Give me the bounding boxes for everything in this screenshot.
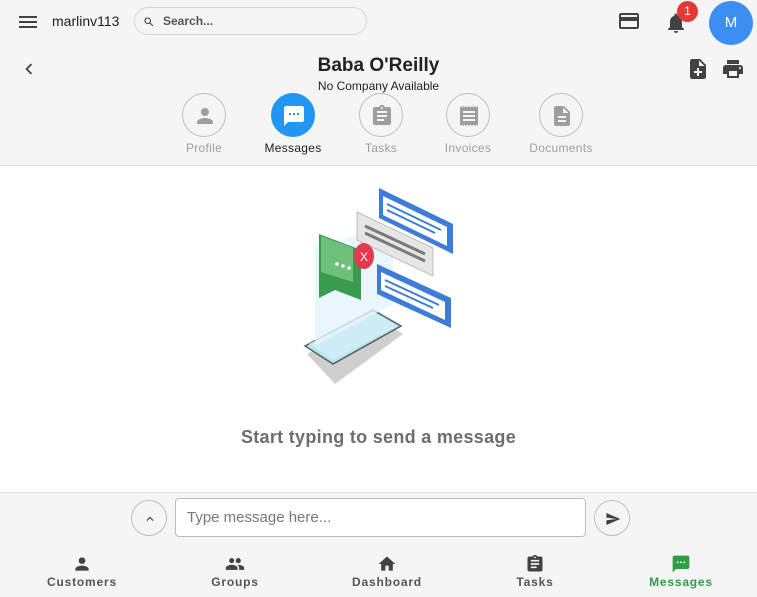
billing-button[interactable] [617, 9, 641, 33]
contact-name: Baba O'Reilly [317, 55, 440, 76]
send-icon [606, 513, 621, 525]
expand-composer-button[interactable] [131, 500, 167, 536]
top-bar: marlinv113 1 M [0, 0, 757, 45]
nav-tasks[interactable]: Tasks [475, 545, 595, 597]
tab-messages[interactable]: Messages [248, 93, 338, 157]
tab-label: Invoices [444, 141, 492, 155]
messages-panel: X Start typing to send a message [0, 165, 757, 493]
nav-label: Messages [649, 575, 713, 589]
nav-label: Customers [47, 575, 117, 589]
hamburger-icon [19, 16, 37, 28]
bottom-navigation: Customers Groups Dashboard Tasks Message… [0, 545, 757, 597]
tab-label: Documents [529, 141, 593, 155]
tab-documents[interactable]: Documents [512, 93, 610, 157]
tab-icon-circle [539, 93, 583, 137]
search-input[interactable] [163, 12, 358, 30]
tab-icon-circle [359, 93, 403, 137]
user-avatar[interactable]: M [709, 1, 753, 45]
credit-card-icon [619, 13, 639, 29]
app-root: marlinv113 1 M Baba O'Reilly No Company … [0, 0, 757, 597]
search-icon [144, 17, 154, 27]
nav-dashboard[interactable]: Dashboard [327, 545, 447, 597]
nav-customers[interactable]: Customers [22, 545, 142, 597]
menu-button[interactable] [16, 10, 40, 34]
message-input[interactable] [176, 499, 585, 536]
search-box[interactable] [134, 7, 367, 35]
tab-invoices[interactable]: Invoices [423, 93, 513, 157]
nav-label: Dashboard [352, 575, 422, 589]
home-icon [378, 556, 396, 571]
chat-icon [284, 106, 304, 126]
receipt-icon [460, 106, 478, 126]
svg-text:X: X [360, 250, 368, 264]
chevron-up-icon [146, 516, 154, 521]
tab-label: Profile [185, 141, 223, 155]
tab-profile[interactable]: Profile [159, 93, 249, 157]
tab-icon-circle [182, 93, 226, 137]
tab-icon-circle [271, 93, 315, 137]
tab-icon-circle [446, 93, 490, 137]
nav-label: Groups [211, 575, 259, 589]
message-input-box[interactable] [175, 498, 586, 537]
empty-messages-illustration: X [303, 188, 453, 384]
groups-icon [225, 558, 245, 570]
clipboard-icon [373, 105, 391, 125]
person-icon [197, 108, 213, 124]
tab-label: Tasks [364, 141, 398, 155]
nav-groups[interactable]: Groups [175, 545, 295, 597]
tab-tasks[interactable]: Tasks [336, 93, 426, 157]
nav-messages[interactable]: Messages [621, 545, 741, 597]
printer-icon [723, 60, 743, 78]
notification-count-badge: 1 [677, 1, 698, 22]
print-button[interactable] [721, 57, 745, 81]
company-name: No Company Available [317, 79, 440, 93]
clipboard-icon [527, 554, 543, 572]
empty-state-message: Start typing to send a message [240, 427, 517, 447]
add-document-button[interactable] [686, 57, 710, 81]
tab-label: Messages [264, 141, 322, 155]
chat-icon [672, 555, 690, 573]
nav-label: Tasks [516, 575, 554, 589]
username-label: marlinv113 [52, 13, 120, 29]
send-button[interactable] [594, 500, 630, 536]
note-add-icon [690, 59, 706, 79]
person-icon [75, 557, 89, 571]
document-icon [554, 106, 570, 126]
